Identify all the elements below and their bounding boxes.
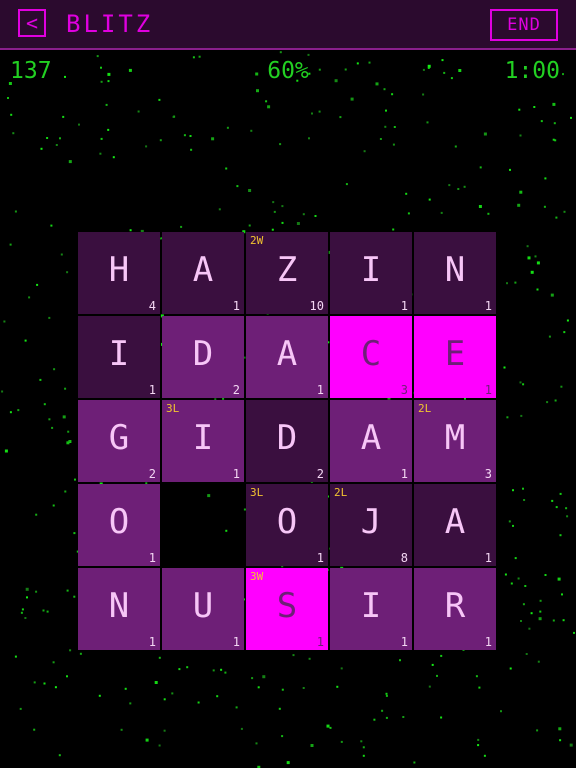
tile-letter: E [444,334,466,374]
letter-tile[interactable]: I1 [330,232,412,314]
letter-board: H 4 A 1 2W Z 10 I 1 N 1 I 1 D 2 A 1 C 3 E 1 G 2 3L I 1 D 2 A 1 2L M 3 O 1 3… [78,232,500,654]
progress-percent: 60% [267,58,309,84]
tile-letter: I [360,250,382,290]
letter-tile[interactable]: N1 [414,232,496,314]
letter-tile[interactable]: 3L O 1 [246,484,328,566]
letter-tile[interactable]: 2L J 8 [330,484,412,566]
letter-tile[interactable]: G2 [78,400,160,482]
tile-points: 1 [484,635,492,649]
tile-points: 1 [316,551,324,565]
tile-letter: U [192,586,214,626]
letter-tile[interactable]: N1 [78,568,160,650]
end-button[interactable]: END [490,9,558,41]
tile-letter: M [444,418,466,458]
letter-tile[interactable]: R1 [414,568,496,650]
tile-points: 1 [400,635,408,649]
tile-letter: H [108,250,130,290]
tile-points: 1 [400,467,408,481]
letter-tile[interactable]: A1 [246,316,328,398]
tile-points: 1 [232,635,240,649]
letter-tile[interactable]: 3W S 1 [246,568,328,650]
tile-points: 2 [148,467,156,481]
tile-bonus: 2L [418,402,432,415]
tile-points: 1 [316,635,324,649]
tile-letter: A [360,418,382,458]
letter-tile[interactable]: A1 [162,232,244,314]
mode-title: BLITZ [66,10,154,38]
letter-tile[interactable]: D2 [162,316,244,398]
tile-letter: S [276,586,298,626]
top-bar: < BLITZ END [0,0,576,50]
tile-points: 2 [316,467,324,481]
letter-tile[interactable]: 3L I 1 [162,400,244,482]
tile-points: 8 [400,551,408,565]
tile-letter: J [360,502,382,542]
tile-points: 10 [309,299,324,313]
tile-points: 1 [148,635,156,649]
timer-display: 1:00 [504,58,560,84]
tile-bonus: 2W [250,234,264,247]
tile-letter: O [276,502,298,542]
letter-tile[interactable]: E1 [414,316,496,398]
letter-tile[interactable]: C3 [330,316,412,398]
tile-points: 1 [400,299,408,313]
tile-letter: D [276,418,298,458]
tile-letter: N [108,586,130,626]
tile-points: 2 [232,383,240,397]
letter-tile[interactable]: I1 [330,568,412,650]
letter-tile[interactable]: D2 [246,400,328,482]
back-button[interactable]: < [18,9,46,37]
tile-points: 1 [232,467,240,481]
tile-points: 3 [484,467,492,481]
tile-letter: A [444,502,466,542]
tile-letter: C [360,334,382,374]
letter-tile[interactable]: I1 [78,316,160,398]
tile-letter: I [108,334,130,374]
tile-letter: Z [276,250,298,290]
letter-tile[interactable]: A1 [330,400,412,482]
tile-points: 3 [400,383,408,397]
tile-points: 1 [148,551,156,565]
tile-letter: G [108,418,130,458]
tile-points: 1 [148,383,156,397]
tile-bonus: 3L [250,486,264,499]
tile-letter: A [276,334,298,374]
tile-points: 1 [316,383,324,397]
tile-letter: I [360,586,382,626]
letter-tile[interactable]: A1 [414,484,496,566]
letter-tile[interactable]: U1 [162,568,244,650]
tile-points: 1 [484,383,492,397]
tile-points: 1 [484,299,492,313]
letter-tile[interactable]: O1 [78,484,160,566]
tile-points: 4 [148,299,156,313]
tile-letter: O [108,502,130,542]
tile-letter: I [192,418,214,458]
tile-letter: R [444,586,466,626]
tile-points: 1 [232,299,240,313]
tile-bonus: 3L [166,402,180,415]
tile-letter: A [192,250,214,290]
tile-letter: D [192,334,214,374]
tile-bonus: 2L [334,486,348,499]
letter-tile[interactable]: 2W Z 10 [246,232,328,314]
chevron-left-icon: < [25,11,39,35]
tile-points: 1 [484,551,492,565]
tile-letter: N [444,250,466,290]
tile-bonus: 3W [250,570,264,583]
letter-tile[interactable]: 2L M 3 [414,400,496,482]
letter-tile[interactable]: H4 [78,232,160,314]
